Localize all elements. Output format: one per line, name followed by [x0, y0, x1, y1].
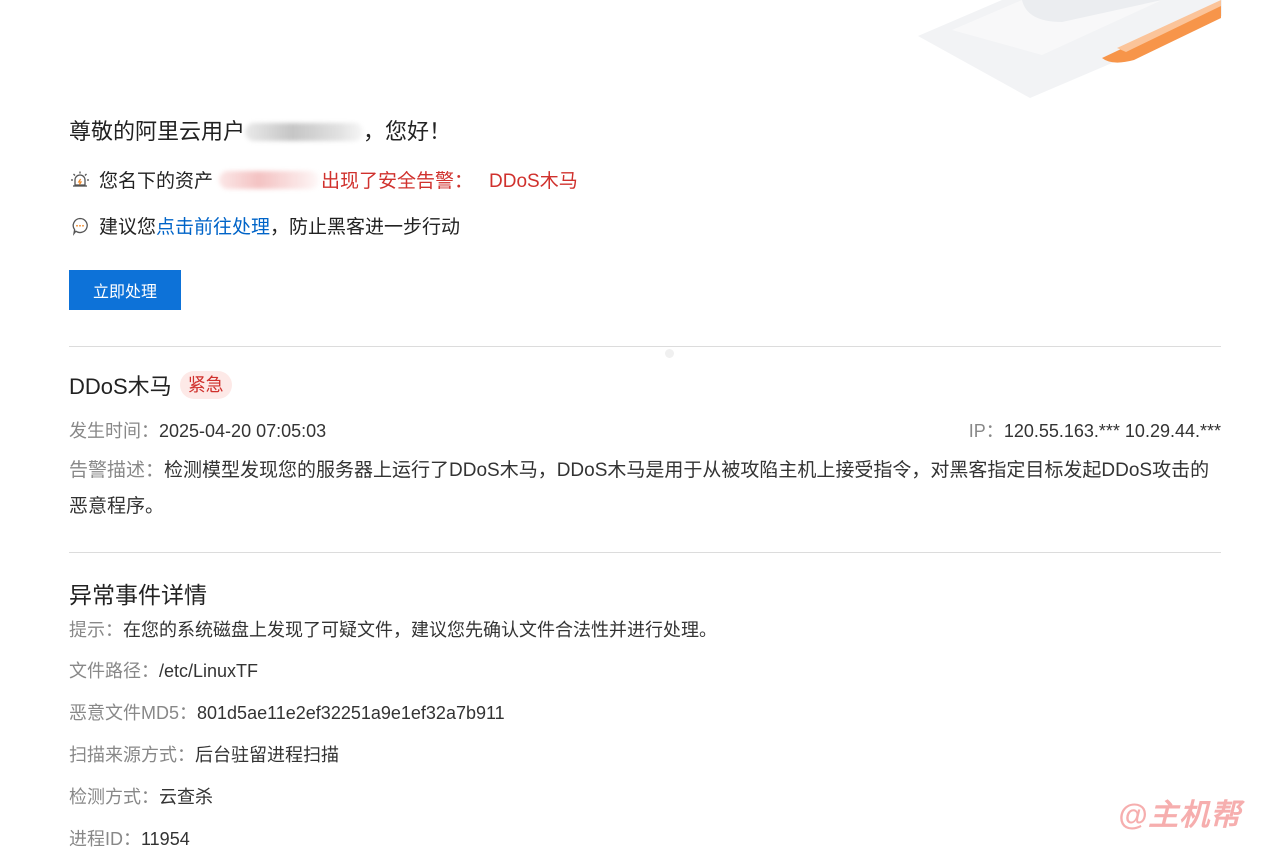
detail-label: 提示： — [69, 620, 123, 640]
detail-value: 801d5ae11e2ef32251a9e1ef32a7b911 — [197, 703, 505, 723]
alert-ip: IP：120.55.163.*** 10.29.44.*** — [969, 417, 1221, 443]
advice-prefix: 建议您 — [99, 217, 157, 238]
detail-value: 后台驻留进程扫描 — [195, 745, 339, 765]
security-alert-email: 尊敬的阿里云用户 ，您好！ 您名下的资产 出现了安全告警： DDoS木马 建议您… — [0, 0, 1279, 862]
redacted-username — [245, 123, 364, 141]
detail-value: 云查杀 — [159, 787, 213, 807]
greeting-suffix: ，您好！ — [363, 119, 452, 144]
alert-time: 发生时间：2025-04-20 07:05:03 — [69, 417, 326, 443]
detail-value: /etc/LinuxTF — [159, 661, 259, 681]
chat-bubble-icon — [69, 215, 91, 237]
alert-notice-prefix: 您名下的资产 — [99, 171, 214, 192]
detail-label: 恶意文件MD5： — [69, 703, 198, 723]
ip-label: IP： — [968, 421, 1004, 441]
detail-row-hint: 提示：在您的系统磁盘上发现了可疑文件，建议您先确认文件合法性并进行处理。 — [69, 616, 717, 642]
ip-value: 120.55.163.*** 10.29.44.*** — [1003, 421, 1221, 441]
detail-row-detection: 检测方式：云查杀 — [69, 783, 213, 809]
detail-label: 检测方式： — [69, 787, 159, 807]
detail-row-file-path: 文件路径：/etc/LinuxTF — [69, 657, 258, 683]
detail-row-process-id: 进程ID：11954 — [69, 825, 190, 851]
decorative-dot — [665, 349, 674, 358]
desc-label: 告警描述： — [69, 460, 165, 481]
detail-row-md5: 恶意文件MD5：801d5ae11e2ef32251a9e1ef32a7b911 — [69, 699, 505, 725]
alert-notice-middle: 出现了安全告警： — [321, 171, 474, 192]
detail-row-scan-source: 扫描来源方式：后台驻留进程扫描 — [69, 741, 339, 767]
time-value: 2025-04-20 07:05:03 — [159, 421, 327, 441]
handle-link[interactable]: 点击前往处理 — [156, 212, 270, 239]
warning-light-icon — [69, 169, 91, 191]
severity-badge: 紧急 — [179, 371, 232, 399]
redacted-asset-name — [219, 170, 320, 189]
greeting-prefix: 尊敬的阿里云用户 — [69, 119, 246, 144]
divider — [69, 346, 1221, 347]
detail-label: 扫描来源方式： — [69, 745, 195, 765]
alert-title-row: DDoS木马 紧急 — [69, 369, 232, 401]
detail-label: 文件路径： — [69, 661, 159, 681]
alert-notice-line: 您名下的资产 出现了安全告警： DDoS木马 — [69, 166, 578, 193]
divider — [69, 552, 1221, 553]
banner-illustration — [918, 0, 1222, 98]
greeting-line: 尊敬的阿里云用户 ，您好！ — [69, 114, 451, 146]
desc-value: 检测模型发现您的服务器上运行了DDoS木马，DDoS木马是用于从被攻陷主机上接受… — [69, 460, 1210, 517]
time-label: 发生时间： — [69, 421, 159, 441]
handle-now-button[interactable]: 立即处理 — [69, 270, 181, 310]
advice-suffix: ，防止黑客进一步行动 — [270, 217, 461, 238]
alert-description: 告警描述：检测模型发现您的服务器上运行了DDoS木马，DDoS木马是用于从被攻陷… — [69, 453, 1227, 525]
alert-notice-name: DDoS木马 — [489, 171, 578, 192]
advice-line: 建议您 点击前往处理 ，防止黑客进一步行动 — [69, 212, 460, 239]
detail-label: 进程ID： — [69, 829, 141, 849]
detail-value: 11954 — [141, 829, 190, 849]
details-title: 异常事件详情 — [69, 582, 207, 608]
detail-value: 在您的系统磁盘上发现了可疑文件，建议您先确认文件合法性并进行处理。 — [123, 620, 717, 640]
watermark: @主机帮 — [1118, 799, 1242, 832]
alert-title: DDoS木马 — [69, 374, 172, 399]
